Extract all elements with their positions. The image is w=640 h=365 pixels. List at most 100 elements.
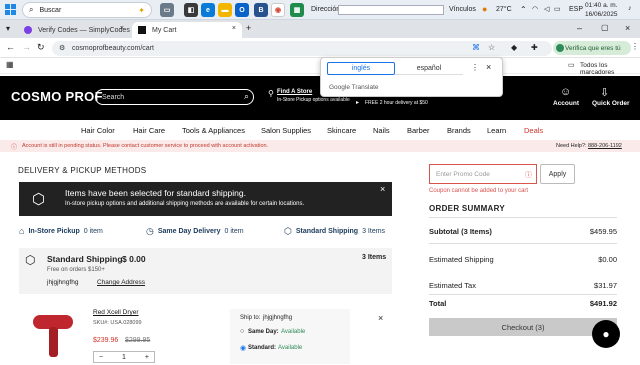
nav-deals[interactable]: Deals — [524, 126, 543, 135]
photos-app-icon[interactable]: ◧ — [184, 3, 198, 17]
promo-placeholder: Enter Promo Code — [436, 170, 490, 178]
search-placeholder: Search — [102, 93, 125, 101]
quantity-value[interactable]: 1 — [122, 354, 126, 361]
close-window-icon[interactable]: × — [625, 23, 630, 33]
radio-standard-selected[interactable]: ◉ — [240, 344, 246, 352]
tab-my-cart[interactable]: My Cart × — [132, 22, 242, 38]
profile-verify-chip[interactable]: Verifica que eres tú — [553, 41, 631, 55]
change-address-link[interactable]: Change Address — [97, 279, 145, 286]
option-standard-shipping[interactable]: ⬡ Standard Shipping 3 Items — [284, 226, 385, 237]
notification-bell-icon[interactable]: ♪ — [628, 5, 632, 12]
banner-close-icon[interactable]: × — [380, 184, 385, 194]
tax-label: Estimated Tax — [429, 281, 476, 290]
translate-close-icon[interactable]: × — [486, 62, 491, 72]
close-tab-icon[interactable]: × — [232, 25, 236, 32]
nav-nails[interactable]: Nails — [373, 126, 390, 135]
browser-toolbar: ← → ↻ ⚙ cosmoprofbeauty.com/cart ⌘ ☆ ◆ ✚… — [0, 38, 640, 58]
nav-barber[interactable]: Barber — [407, 126, 430, 135]
nav-tools-appliances[interactable]: Tools & Appliances — [182, 126, 245, 135]
folder-icon: ▭ — [568, 62, 575, 69]
banner-text: In-store pickup options and additional s… — [65, 201, 305, 207]
tray-chevron-icon[interactable]: ⌃ — [520, 5, 527, 14]
translate-target-lang[interactable]: español — [395, 62, 463, 75]
forward-icon[interactable]: → — [22, 42, 31, 52]
minimize-icon[interactable]: – — [577, 23, 582, 33]
taskbar-search[interactable]: ⌕ Buscar ✦ — [22, 2, 152, 18]
reload-icon[interactable]: ↻ — [37, 42, 45, 53]
google-translate-brand: Google Translate — [329, 84, 379, 91]
simplycodes-favicon-icon — [24, 26, 32, 34]
product-name-link[interactable]: Red Xcell Dryer — [93, 309, 139, 316]
cosmoprof-logo[interactable]: COSMO PROF — [11, 89, 103, 104]
tax-value: $31.97 — [594, 281, 617, 290]
volume-icon[interactable]: ◁ — [544, 5, 549, 13]
translate-menu-icon[interactable]: ⋮ — [471, 63, 479, 72]
product-dryer-image[interactable] — [29, 309, 77, 359]
delivery-pickup-title: DELIVERY & PICKUP METHODS — [18, 166, 147, 175]
translate-icon[interactable]: ⌘ — [472, 43, 480, 52]
new-tab-icon[interactable]: + — [246, 23, 251, 33]
apply-promo-button[interactable]: Apply — [540, 164, 575, 184]
back-icon[interactable]: ← — [6, 42, 15, 52]
address-toolbar-input[interactable] — [338, 5, 444, 15]
error-icon: ⓘ — [525, 172, 532, 179]
find-store-link[interactable]: Find A Store — [277, 89, 312, 95]
wifi-icon[interactable]: ◠ — [532, 5, 538, 13]
apps-grid-icon[interactable]: ▦ — [6, 60, 14, 69]
file-explorer-icon[interactable]: ▬ — [218, 3, 232, 17]
input-language[interactable]: ESP — [569, 6, 583, 13]
help-phone-link[interactable]: 888-206-1192 — [588, 143, 622, 149]
store-subtext: In-Store Pickup options available — [277, 97, 350, 103]
chat-button[interactable]: ● — [592, 320, 620, 348]
chrome-icon[interactable]: ◉ — [271, 3, 285, 17]
increase-qty-icon[interactable]: + — [145, 354, 149, 361]
checkout-button[interactable]: Checkout (3) — [429, 318, 617, 336]
account-pending-alert: ⓘ Account is still in pending status. Pl… — [0, 140, 640, 152]
option-instore-pickup[interactable]: ⌂ In-Store Pickup 0 item — [19, 226, 103, 236]
standard-title: Standard Shipping — [47, 254, 123, 264]
extensions-puzzle-icon[interactable]: ✚ — [531, 43, 538, 52]
word-icon[interactable]: B — [254, 3, 268, 17]
account-label[interactable]: Account — [553, 100, 579, 107]
tab-search-icon[interactable]: ▾ — [6, 24, 10, 33]
search-icon[interactable]: ⌕ — [244, 91, 249, 102]
product-old-price: $299.95 — [125, 337, 151, 344]
alert-icon: ⓘ — [11, 145, 18, 151]
nav-hair-color[interactable]: Hair Color — [81, 126, 115, 135]
tab-verify-codes[interactable]: Verify Codes — SimplyCodes × — [18, 22, 130, 38]
maximize-icon[interactable]: ▢ — [601, 23, 609, 32]
task-view-icon[interactable]: ▭ — [160, 3, 174, 17]
quantity-stepper[interactable]: − 1 + — [93, 351, 155, 363]
nav-hair-care[interactable]: Hair Care — [133, 126, 165, 135]
translate-source-lang[interactable]: inglés — [327, 62, 395, 75]
outlook-icon[interactable]: O — [235, 3, 249, 17]
store-icon: ⌂ — [19, 226, 25, 236]
remove-item-icon[interactable]: × — [378, 313, 383, 323]
bookmark-star-icon[interactable]: ☆ — [488, 43, 495, 52]
radio-same-day[interactable]: ○ — [240, 328, 244, 335]
extension-icon[interactable]: ◆ — [511, 43, 517, 52]
all-bookmarks-link[interactable]: Todos los marcadores — [580, 62, 640, 76]
clock-icon: ◷ — [146, 226, 154, 236]
nav-brands[interactable]: Brands — [447, 126, 471, 135]
quick-order-label[interactable]: Quick Order — [592, 100, 630, 107]
chrome-menu-icon[interactable]: ⋮ — [631, 42, 639, 51]
site-info-icon[interactable]: ⚙ — [59, 44, 65, 52]
nav-skincare[interactable]: Skincare — [327, 126, 356, 135]
nav-salon-supplies[interactable]: Salon Supplies — [261, 126, 311, 135]
windows-start-icon[interactable] — [5, 4, 16, 15]
account-icon[interactable]: ☺ — [560, 86, 571, 98]
edge-icon[interactable]: e — [201, 3, 215, 17]
option-count: 0 item — [224, 228, 244, 235]
cart-icon[interactable]: ⇩ — [600, 86, 609, 99]
nav-learn[interactable]: Learn — [487, 126, 506, 135]
option-same-day[interactable]: ◷ Same Day Delivery 0 item — [146, 226, 244, 237]
battery-icon[interactable]: ▭ — [554, 5, 561, 13]
alert-text: Account is still in pending status. Plea… — [22, 143, 269, 149]
decrease-qty-icon[interactable]: − — [99, 354, 103, 361]
site-search-input[interactable]: Search ⌕ — [95, 89, 254, 105]
store-icon[interactable]: ▦ — [290, 3, 304, 17]
close-tab-icon[interactable]: × — [120, 25, 124, 32]
promo-code-input[interactable]: Enter Promo Code ⓘ — [429, 164, 537, 184]
url-bar[interactable]: ⚙ cosmoprofbeauty.com/cart ⌘ ☆ — [52, 41, 552, 56]
